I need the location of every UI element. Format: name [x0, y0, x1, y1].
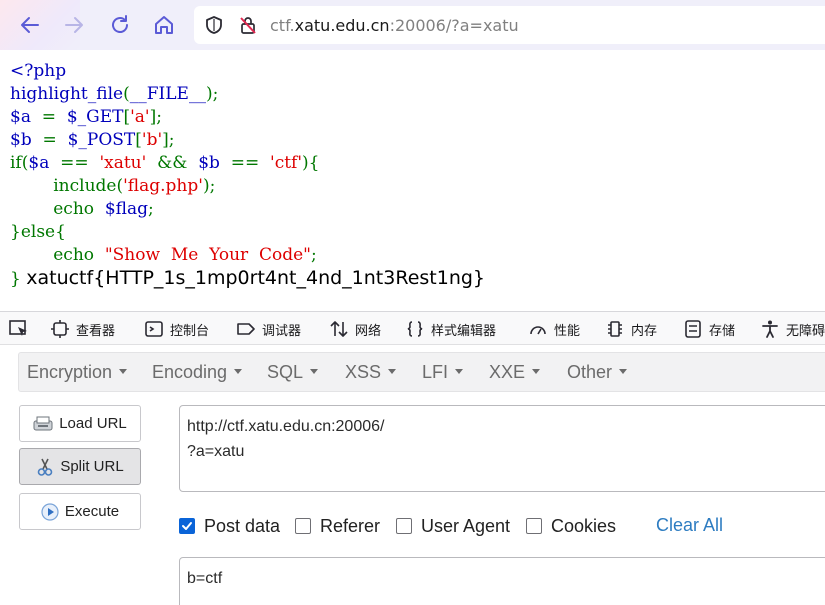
php-source: <?php highlight_file(__FILE__); $a = $_G… [10, 60, 485, 290]
button-label: Load URL [59, 415, 127, 432]
arrow-left-icon [21, 17, 39, 33]
tab-storage[interactable]: 存储 [683, 319, 735, 339]
option-label: Post data [204, 515, 281, 536]
split-url-button[interactable]: Split URL [19, 448, 141, 485]
caret-down-icon [234, 368, 243, 374]
debugger-icon [237, 323, 255, 335]
url-line: http://ctf.xatu.edu.cn:20006/ [187, 418, 385, 435]
menu-sql[interactable]: SQL [267, 362, 319, 383]
option-label: User Agent [421, 515, 511, 536]
user-agent-checkbox[interactable] [396, 518, 412, 534]
code-line: highlight_file(__FILE__); [10, 84, 219, 104]
flag-output: xatuctf{HTTP_1s_1mp0rt4nt_4nd_1nt3Rest1n… [26, 267, 486, 289]
code-line: } xatuctf{HTTP_1s_1mp0rt4nt_4nd_1nt3Rest… [10, 267, 486, 289]
clear-all-link[interactable]: Clear All [656, 515, 723, 536]
post-data-value: b=ctf [187, 570, 223, 587]
tab-label: 调试器 [262, 323, 302, 339]
hackbar-menu: Encryption Encoding SQL XSS LFI XXE Othe… [18, 352, 825, 392]
browser-toolbar: ctf.xatu.edu.cn:20006/?a=xatu [0, 0, 825, 50]
tab-label: 查看器 [76, 323, 116, 339]
menu-xss[interactable]: XSS [345, 362, 397, 383]
tab-label: 控制台 [170, 323, 210, 339]
user-agent-option[interactable]: User Agent [396, 515, 510, 537]
menu-xxe[interactable]: XXE [489, 362, 541, 383]
post-data-checkbox[interactable] [179, 518, 195, 534]
tab-label: 无障碍 [786, 323, 825, 339]
caret-down-icon [119, 368, 128, 374]
scissors-icon [38, 458, 53, 476]
code-line: $a = $_GET['a']; [10, 107, 162, 127]
caret-down-icon [310, 368, 319, 374]
code-line: if($a == 'xatu' && $b == 'ctf'){ [10, 153, 320, 173]
code-line: }else{ [10, 222, 66, 242]
code-line: echo $flag; [53, 199, 154, 219]
caret-down-icon [619, 368, 628, 374]
devtools-toolbar: 查看器 控制台 调试器 网络 样式编辑器 性能 内存 存储 无障碍 [0, 311, 825, 345]
button-label: Split URL [60, 458, 124, 475]
console-icon [145, 321, 163, 337]
load-icon [33, 416, 53, 430]
storage-icon [685, 320, 701, 338]
tab-label: 网络 [355, 323, 382, 339]
code-line: <?php [10, 61, 67, 81]
menu-encryption[interactable]: Encryption [27, 362, 128, 383]
reload-icon [112, 15, 128, 33]
gauge-icon [530, 326, 546, 335]
inspector-icon [51, 320, 69, 338]
code-line: $b = $_POST['b']; [10, 130, 175, 150]
tab-debugger[interactable]: 调试器 [236, 319, 301, 339]
option-label: Referer [320, 515, 381, 536]
menu-encoding[interactable]: Encoding [152, 362, 243, 383]
check-icon [182, 522, 192, 530]
tab-label: 样式编辑器 [431, 323, 497, 339]
url-textarea[interactable]: http://ctf.xatu.edu.cn:20006/ ?a=xatu [179, 405, 825, 492]
shield-icon [206, 16, 222, 34]
tab-memory[interactable]: 内存 [605, 319, 657, 339]
tab-label: 性能 [554, 323, 581, 339]
tab-network[interactable]: 网络 [329, 319, 381, 339]
post-data-textarea[interactable]: b=ctf [179, 557, 825, 605]
forward-button[interactable] [58, 9, 90, 41]
braces-icon [407, 321, 423, 337]
tab-label: 存储 [709, 323, 736, 339]
url-text: ctf.xatu.edu.cn:20006/?a=xatu [270, 16, 519, 35]
caret-down-icon [388, 368, 397, 374]
play-icon [41, 502, 59, 521]
network-icon [330, 321, 348, 337]
caret-down-icon [532, 368, 541, 374]
reload-button[interactable] [104, 9, 136, 41]
home-button[interactable] [148, 9, 180, 41]
arrow-right-icon [65, 17, 83, 33]
tab-accessibility[interactable]: 无障碍 [760, 319, 825, 339]
element-picker[interactable] [8, 319, 36, 339]
accessibility-icon [762, 320, 778, 338]
cookies-checkbox[interactable] [526, 518, 542, 534]
post-data-option[interactable]: Post data [179, 515, 280, 537]
back-button[interactable] [14, 9, 46, 41]
tab-label: 内存 [631, 323, 658, 339]
menu-other[interactable]: Other [567, 362, 628, 383]
menu-lfi[interactable]: LFI [422, 362, 464, 383]
load-url-button[interactable]: Load URL [19, 405, 141, 442]
cookies-option[interactable]: Cookies [526, 515, 616, 537]
code-line: echo "Show Me Your Code"; [53, 245, 317, 265]
tab-style-editor[interactable]: 样式编辑器 [405, 319, 496, 339]
execute-button[interactable]: Execute [19, 493, 141, 530]
option-label: Cookies [551, 515, 617, 536]
home-icon [155, 16, 173, 34]
tab-performance[interactable]: 性能 [528, 319, 580, 339]
tab-console[interactable]: 控制台 [144, 319, 209, 339]
tab-inspector[interactable]: 查看器 [50, 319, 115, 339]
pick-element-icon [9, 320, 27, 336]
memory-icon [608, 321, 622, 337]
code-line: include('flag.php'); [53, 176, 216, 196]
button-label: Execute [64, 503, 120, 520]
insecure-lock-icon [240, 17, 256, 34]
caret-down-icon [455, 368, 464, 374]
referer-option[interactable]: Referer [295, 515, 380, 537]
url-line: ?a=xatu [187, 443, 245, 460]
referer-checkbox[interactable] [295, 518, 311, 534]
url-bar[interactable]: ctf.xatu.edu.cn:20006/?a=xatu [194, 6, 825, 44]
